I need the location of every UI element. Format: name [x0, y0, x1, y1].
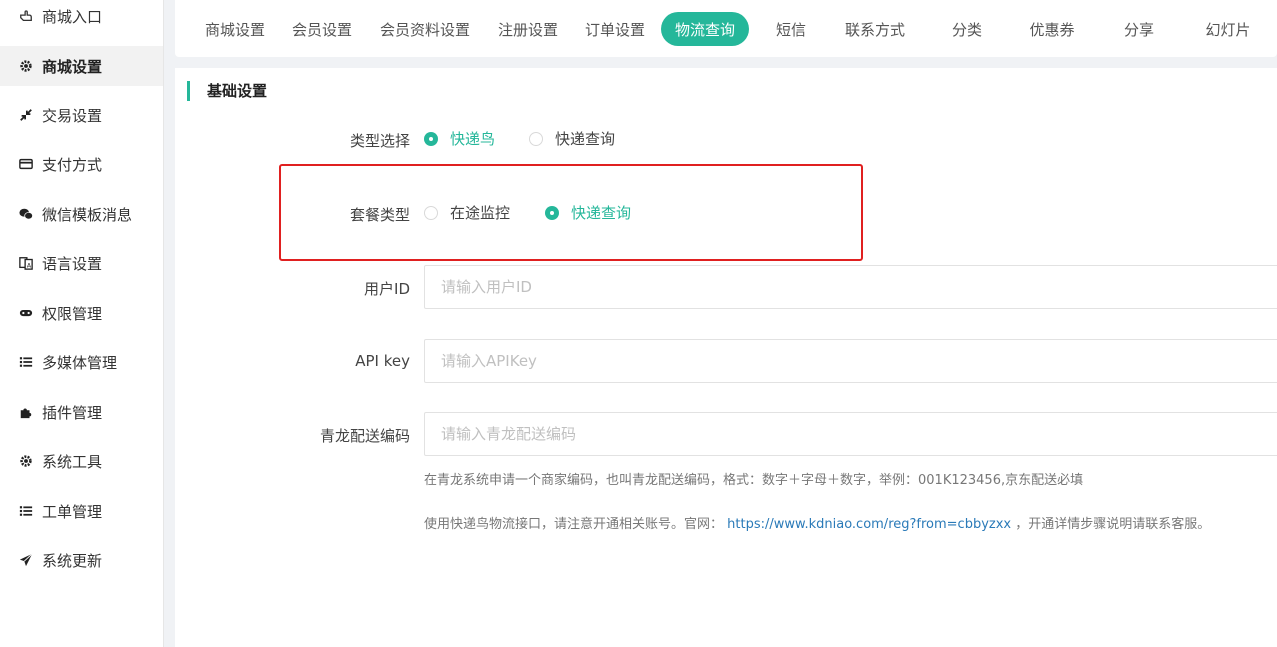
tab-order-settings[interactable]: 订单设置 [579, 12, 651, 46]
help-text-prefix: 使用快递鸟物流接口，请注意开通相关账号。官网： [424, 517, 724, 532]
sidebar-item-label: 微信模板消息 [42, 205, 133, 224]
radio-label: 快递鸟 [450, 130, 496, 148]
api-key-input[interactable] [424, 339, 1277, 383]
qinglong-code-label: 青龙配送编码 [319, 427, 410, 445]
sidebar-item-wechat-template[interactable]: 微信模板消息 [0, 194, 163, 234]
hand-pointer-icon [18, 8, 34, 24]
radio-dot [424, 131, 438, 146]
paper-plane-icon [18, 552, 34, 568]
wechat-icon [18, 206, 34, 222]
type-select-label: 类型选择 [349, 132, 410, 150]
sidebar-item-label: 工单管理 [42, 502, 103, 521]
gear-icon [18, 453, 34, 469]
kdniao-register-link[interactable]: https://www.kdniao.com/reg?from=cbbyzxx [727, 517, 1011, 532]
sidebar-item-label: 语言设置 [42, 254, 103, 273]
help-text-suffix: ，开通详情步骤说明请联系客服。 [1015, 517, 1211, 532]
sidebar-item-tickets[interactable]: 工单管理 [0, 491, 163, 531]
sidebar-item-label: 商城入口 [42, 7, 103, 26]
tab-member-profile-settings[interactable]: 会员资料设置 [373, 12, 477, 46]
sidebar-item-mall-entry[interactable]: 商城入口 [0, 0, 163, 36]
radio-label: 快递查询 [571, 204, 632, 222]
user-id-label: 用户ID [364, 280, 410, 298]
qinglong-code-input[interactable] [424, 412, 1277, 456]
help-text-kdniao: 使用快递鸟物流接口，请注意开通相关账号。官网： https://www.kdni… [424, 513, 1210, 532]
tab-register-settings[interactable]: 注册设置 [492, 12, 564, 46]
sidebar-item-media[interactable]: 多媒体管理 [0, 342, 163, 382]
tab-category[interactable]: 分类 [942, 12, 992, 46]
puzzle-icon [18, 404, 34, 420]
sidebar-item-label: 商城设置 [42, 57, 103, 76]
tab-mall-settings[interactable]: 商城设置 [199, 12, 271, 46]
radio-dot [545, 205, 559, 220]
sidebar-item-label: 权限管理 [42, 304, 103, 323]
package-radio-express-query[interactable]: 快递查询 [545, 202, 631, 223]
package-radio-transit-monitor[interactable]: 在途监控 [424, 202, 510, 223]
credit-card-icon [18, 156, 34, 172]
list-icon [18, 354, 34, 370]
tab-member-settings[interactable]: 会员设置 [286, 12, 358, 46]
type-radio-kdniao[interactable]: 快递鸟 [424, 128, 495, 149]
sidebar-item-label: 系统更新 [42, 551, 103, 570]
sidebar-item-language[interactable]: A 语言设置 [0, 243, 163, 283]
sidebar-item-plugins[interactable]: 插件管理 [0, 392, 163, 432]
radio-dot [424, 205, 438, 220]
tab-logistics-query[interactable]: 物流查询 [661, 12, 749, 46]
tab-coupon[interactable]: 优惠券 [1021, 12, 1083, 46]
sidebar-item-system-update[interactable]: 系统更新 [0, 540, 163, 580]
translate-icon: A [18, 255, 34, 271]
settings-panel: 基础设置 类型选择 快递鸟 快递查询 套餐类型 在途监控 快递查询 用户ID A… [175, 68, 1277, 647]
compress-arrows-icon [18, 107, 34, 123]
sidebar-item-label: 系统工具 [42, 452, 103, 471]
help-text-qinglong: 在青龙系统申请一个商家编码，也叫青龙配送编码，格式：数字＋字母＋数字，举例：00… [424, 473, 1084, 488]
tab-sms[interactable]: 短信 [766, 12, 816, 46]
list-icon [18, 503, 34, 519]
radio-label: 在途监控 [450, 204, 511, 222]
package-type-label: 套餐类型 [349, 206, 410, 224]
sidebar-item-label: 支付方式 [42, 155, 103, 174]
sidebar-item-permission[interactable]: 权限管理 [0, 293, 163, 333]
sidebar-item-system-tools[interactable]: 系统工具 [0, 441, 163, 481]
tab-slideshow[interactable]: 幻灯片 [1197, 12, 1259, 46]
sidebar-item-label: 多媒体管理 [42, 353, 118, 372]
sidebar: 商城入口 商城设置 交易设置 支付方式 微信模板消息 A 语言设置 权限管理 多… [0, 0, 164, 647]
sidebar-item-label: 插件管理 [42, 403, 103, 422]
settings-tabs: 商城设置 会员设置 会员资料设置 注册设置 订单设置 物流查询 短信 联系方式 … [175, 0, 1277, 57]
radio-dot [529, 131, 543, 146]
user-id-input[interactable] [424, 265, 1277, 309]
tab-contact[interactable]: 联系方式 [839, 12, 911, 46]
sidebar-item-trade-settings[interactable]: 交易设置 [0, 95, 163, 135]
sidebar-item-mall-settings[interactable]: 商城设置 [0, 46, 163, 86]
type-radio-express-query[interactable]: 快递查询 [529, 128, 615, 149]
api-key-label: API key [355, 352, 410, 370]
gamepad-icon [18, 305, 34, 321]
section-title: 基础设置 [187, 81, 267, 101]
radio-label: 快递查询 [555, 130, 616, 148]
sidebar-item-label: 交易设置 [42, 106, 103, 125]
tab-share[interactable]: 分享 [1114, 12, 1164, 46]
sidebar-item-payment[interactable]: 支付方式 [0, 144, 163, 184]
gear-icon [18, 58, 34, 74]
